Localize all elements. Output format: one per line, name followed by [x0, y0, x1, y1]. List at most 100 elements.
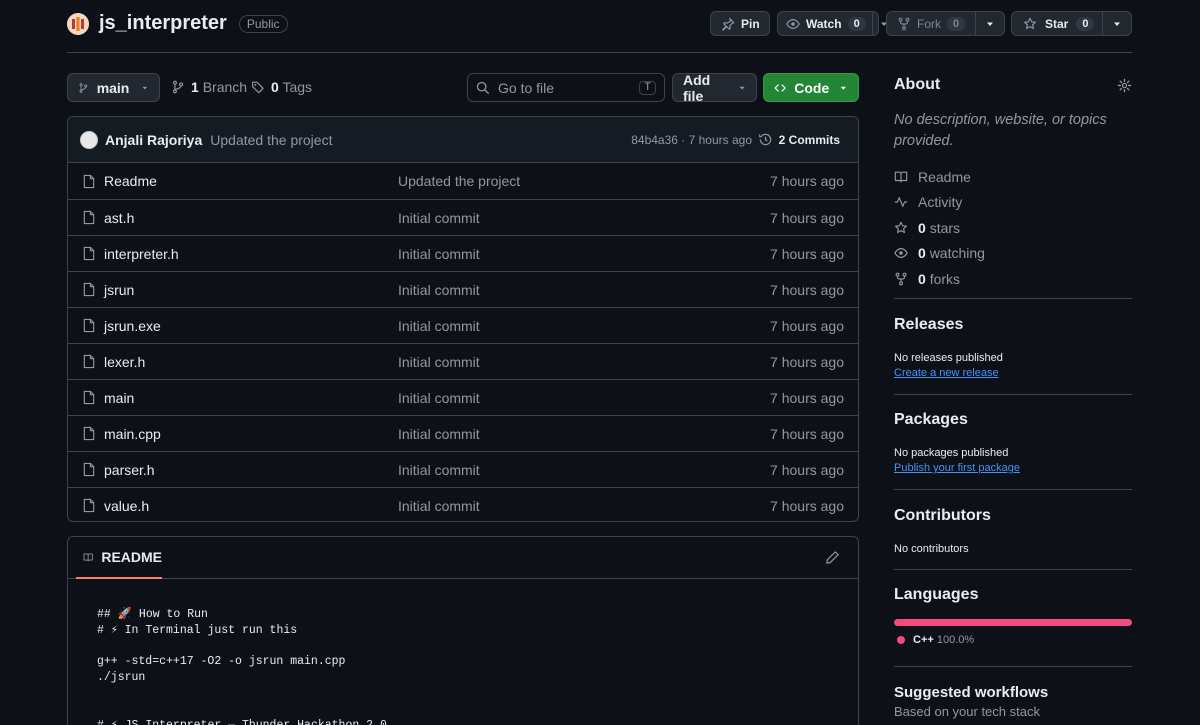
branch-name: main [96, 79, 130, 96]
tags-link[interactable]: 0 Tags [251, 79, 312, 95]
fork-count: 0 [947, 16, 966, 31]
commit-author[interactable]: Anjali Rajoriya [105, 132, 202, 148]
author-avatar[interactable] [80, 130, 98, 149]
about-description: No description, website, or topics provi… [894, 112, 1107, 149]
file-commit-message[interactable]: Initial commit [398, 498, 480, 514]
code-label: Code [794, 79, 830, 96]
file-name[interactable]: interpreter.h [104, 246, 179, 262]
file-name[interactable]: value.h [104, 498, 149, 514]
forks-link[interactable]: 0 forks [894, 266, 1132, 292]
tags-count: 0 [271, 79, 279, 95]
file-commit-message[interactable]: Initial commit [398, 426, 480, 442]
file-icon [83, 462, 95, 477]
file-row[interactable]: jsrun Initial commit 7 hours ago [68, 271, 858, 307]
pulse-icon [894, 197, 908, 208]
fork-icon [898, 17, 910, 30]
file-row[interactable]: main.cpp Initial commit 7 hours ago [68, 415, 858, 451]
language-bar [894, 619, 1132, 626]
forks-label: forks [929, 270, 961, 287]
file-name[interactable]: jsrun.exe [104, 318, 161, 334]
readme-tab[interactable]: README [76, 537, 162, 579]
contributors-status: No contributors [894, 543, 969, 555]
eye-icon [894, 248, 908, 259]
language-name: C++ [913, 634, 934, 646]
fork-button[interactable]: Fork 0 [886, 11, 1005, 36]
repo-header: js_interpreter Public [67, 12, 288, 35]
contributors-title[interactable]: Contributors [894, 507, 1132, 525]
watch-button[interactable]: Watch 0 [777, 11, 887, 36]
caret-down-icon [987, 22, 993, 26]
edit-readme-button[interactable] [825, 550, 840, 565]
file-row[interactable]: jsrun.exe Initial commit 7 hours ago [68, 307, 858, 343]
stars-count: 0 [918, 219, 926, 236]
branch-selector[interactable]: main [67, 73, 160, 102]
file-name[interactable]: jsrun [104, 282, 134, 298]
publish-package-link[interactable]: Publish your first package [894, 462, 1132, 474]
star-dropdown[interactable] [1102, 12, 1131, 35]
file-age: 7 hours ago [770, 281, 844, 298]
create-release-link[interactable]: Create a new release [894, 367, 1132, 379]
repo-name[interactable]: js_interpreter [99, 12, 227, 35]
file-commit-message[interactable]: Initial commit [398, 318, 480, 334]
commit-sha-time[interactable]: 84b4a36 · 7 hours ago [631, 133, 752, 147]
repo-owner-avatar[interactable] [67, 12, 89, 35]
packages-section: Packages No packages published Publish y… [894, 411, 1132, 474]
file-row[interactable]: main Initial commit 7 hours ago [68, 379, 858, 415]
file-row[interactable]: interpreter.h Initial commit 7 hours ago [68, 235, 858, 271]
watching-link[interactable]: 0 watching [894, 241, 1132, 267]
commit-message[interactable]: Updated the project [210, 132, 332, 148]
file-row[interactable]: ast.h Initial commit 7 hours ago [68, 199, 858, 235]
file-commit-message[interactable]: Initial commit [398, 354, 480, 370]
file-commit-message[interactable]: Initial commit [398, 282, 480, 298]
file-commit-message[interactable]: Initial commit [398, 462, 480, 478]
file-row[interactable]: parser.h Initial commit 7 hours ago [68, 451, 858, 487]
gear-icon[interactable] [1117, 78, 1132, 93]
file-commit-message[interactable]: Initial commit [398, 246, 480, 262]
fork-dropdown[interactable] [975, 12, 1004, 35]
file-commit-message[interactable]: Initial commit [398, 390, 480, 406]
branches-link[interactable]: 1 Branch [171, 79, 247, 95]
file-row[interactable]: Readme Updated the project 7 hours ago [68, 163, 858, 199]
branch-icon [79, 82, 88, 93]
file-commit-message[interactable]: Updated the project [398, 173, 520, 189]
releases-title[interactable]: Releases [894, 316, 1132, 334]
add-file-label: Add file [683, 71, 711, 104]
commits-count: 2 Commits [778, 132, 840, 147]
file-age: 7 hours ago [770, 389, 844, 406]
file-icon [83, 390, 95, 405]
go-to-file-search[interactable]: Go to file T [467, 73, 665, 102]
workflows-section: Suggested workflows Based on your tech s… [894, 684, 1132, 719]
file-icon [83, 426, 95, 441]
file-commit-message[interactable]: Initial commit [398, 210, 480, 226]
file-name[interactable]: main [104, 390, 134, 406]
language-legend-item[interactable]: C++ 100.0% [896, 634, 974, 646]
pin-button[interactable]: Pin [710, 11, 770, 36]
file-name[interactable]: parser.h [104, 462, 155, 478]
file-icon [83, 210, 95, 225]
file-icon [83, 498, 95, 513]
star-count: 0 [1076, 16, 1095, 31]
file-name[interactable]: Readme [104, 173, 157, 189]
readme-link[interactable]: Readme [894, 164, 1132, 190]
add-file-button[interactable]: Add file [672, 71, 757, 104]
activity-link[interactable]: Activity [894, 190, 1132, 216]
star-button[interactable]: Star 0 [1011, 11, 1132, 36]
file-name[interactable]: ast.h [104, 210, 134, 226]
search-placeholder: Go to file [498, 79, 555, 96]
tag-icon [252, 81, 264, 94]
code-button[interactable]: Code [763, 73, 859, 102]
branch-icon [172, 80, 184, 94]
file-icon [83, 174, 95, 188]
file-name[interactable]: main.cpp [104, 426, 161, 442]
languages-title: Languages [894, 586, 979, 603]
file-row[interactable]: lexer.h Initial commit 7 hours ago [68, 343, 858, 379]
fork-icon [895, 272, 907, 286]
file-icon [83, 354, 95, 369]
file-name[interactable]: lexer.h [104, 354, 145, 370]
stars-link[interactable]: 0 stars [894, 215, 1132, 241]
history-icon [758, 133, 771, 146]
commits-link[interactable]: 2 Commits [758, 132, 840, 147]
sidebar-divider [894, 394, 1132, 395]
file-row[interactable]: value.h Initial commit 7 hours ago [68, 487, 858, 521]
packages-title[interactable]: Packages [894, 411, 1132, 429]
